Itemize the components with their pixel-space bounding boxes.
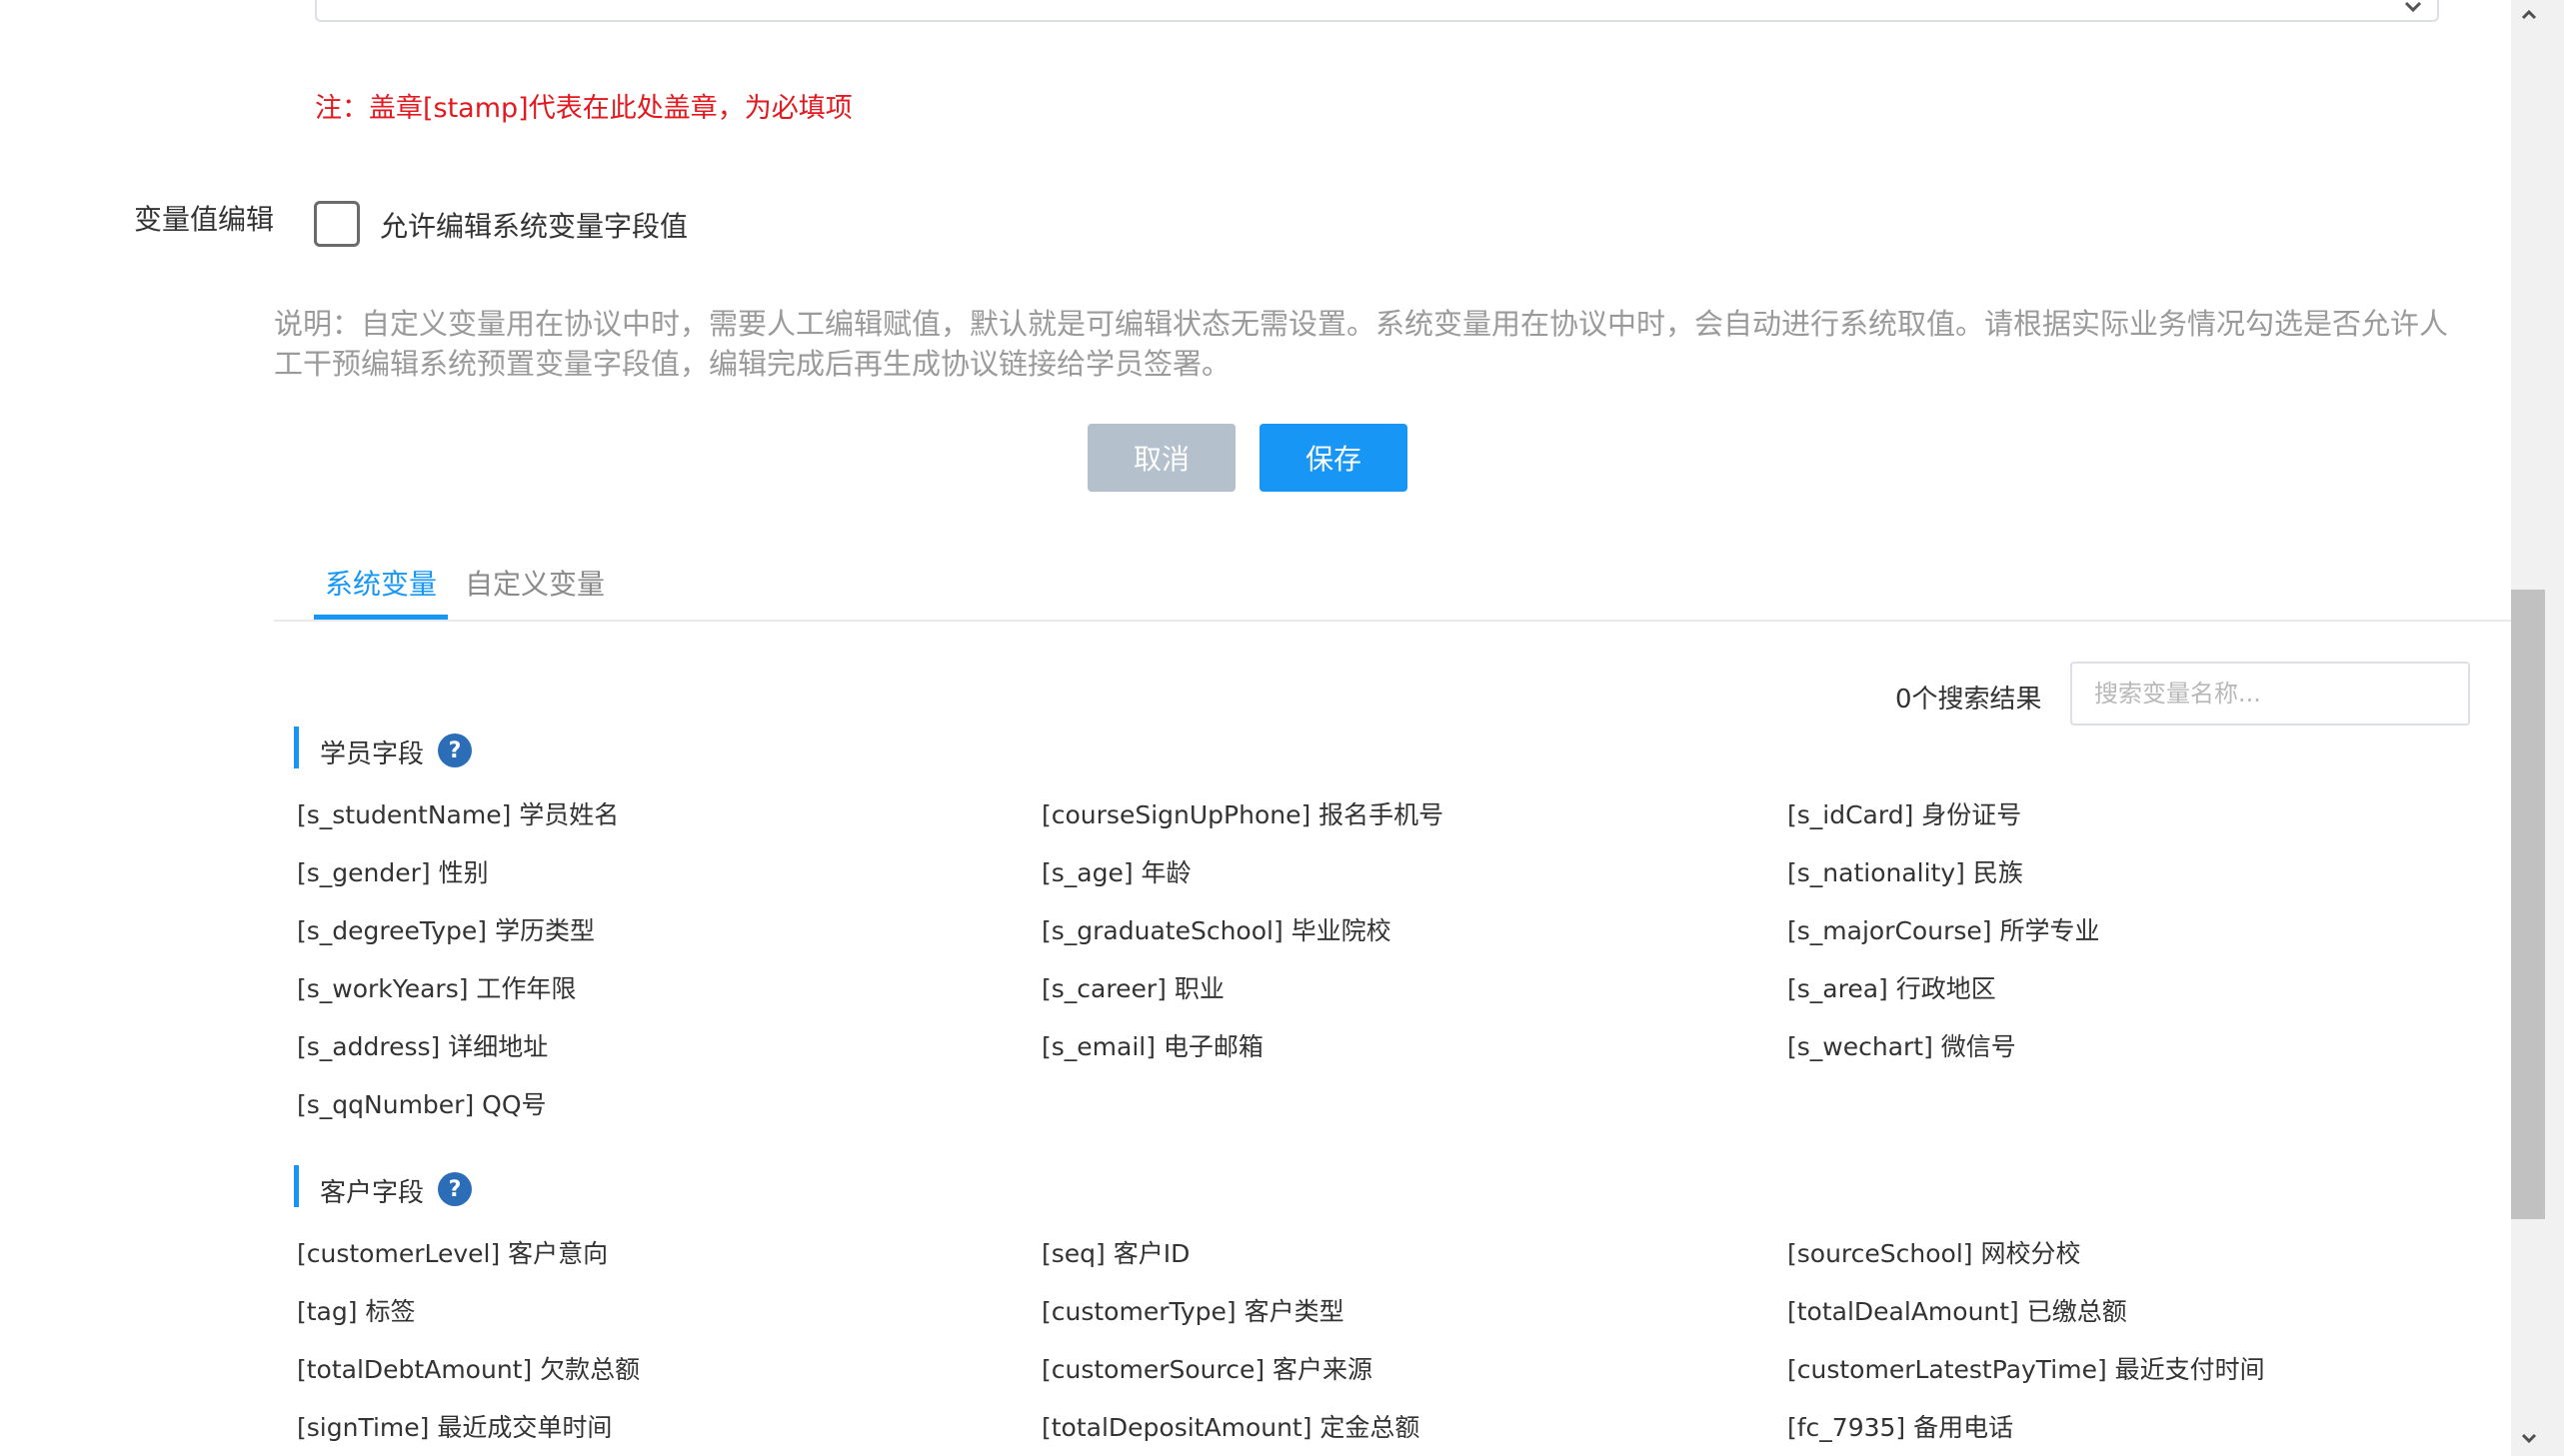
variable-item[interactable]: [s_nationality] 民族 — [1787, 853, 2023, 889]
variable-item[interactable]: [signTime] 最近成交单时间 — [297, 1408, 612, 1444]
variable-item[interactable]: [customerLatestPayTime] 最近支付时间 — [1787, 1350, 2265, 1386]
variable-item[interactable]: [s_wechart] 微信号 — [1787, 1027, 2016, 1063]
allow-edit-checkbox[interactable] — [314, 201, 360, 247]
stamp-note: 注：盖章[stamp]代表在此处盖章，为必填项 — [315, 93, 853, 124]
scroll-down-arrow-icon[interactable] — [2518, 1427, 2540, 1449]
variable-item[interactable]: [totalDealAmount] 已缴总额 — [1787, 1292, 2127, 1328]
help-icon[interactable]: ? — [438, 733, 472, 767]
variable-item[interactable]: [tag] 标签 — [297, 1292, 415, 1328]
variable-item[interactable]: [s_majorCourse] 所学专业 — [1787, 911, 2099, 947]
tab-system-variables[interactable]: 系统变量 — [325, 563, 437, 603]
variable-item[interactable]: [s_age] 年龄 — [1042, 853, 1192, 889]
allow-edit-checkbox-label[interactable]: 允许编辑系统变量字段值 — [380, 205, 688, 245]
variable-item[interactable]: [customerSource] 客户来源 — [1042, 1350, 1372, 1386]
variable-item[interactable]: [customerLevel] 客户意向 — [297, 1234, 608, 1270]
variable-search-input[interactable] — [2070, 662, 2470, 726]
section-title-customer: 客户字段 — [320, 1178, 425, 1208]
chevron-down-icon — [2404, 1, 2422, 13]
variable-item[interactable]: [s_email] 电子邮箱 — [1042, 1027, 1264, 1063]
tab-custom-variables[interactable]: 自定义变量 — [465, 563, 605, 603]
variable-item[interactable]: [s_degreeType] 学历类型 — [297, 911, 595, 947]
search-result-count: 0个搜索结果 — [1895, 685, 2042, 715]
variable-item[interactable]: [s_idCard] 身份证号 — [1787, 795, 2021, 831]
section-marker — [294, 727, 299, 768]
scrollbar-thumb[interactable] — [2511, 590, 2545, 1219]
variable-item[interactable]: [courseSignUpPhone] 报名手机号 — [1042, 795, 1443, 831]
variable-item[interactable]: [s_qqNumber] QQ号 — [297, 1085, 547, 1121]
variable-item[interactable]: [s_gender] 性别 — [297, 853, 489, 889]
description-text: 说明：自定义变量用在协议中时，需要人工编辑赋值，默认就是可编辑状态无需设置。系统… — [274, 307, 2449, 381]
variable-item[interactable]: [customerType] 客户类型 — [1042, 1292, 1344, 1328]
variable-item[interactable]: [s_studentName] 学员姓名 — [297, 795, 619, 831]
cancel-button[interactable]: 取消 — [1088, 424, 1236, 492]
variable-item[interactable]: [fc_7935] 备用电话 — [1787, 1408, 2013, 1444]
variable-item[interactable]: [seq] 客户ID — [1042, 1234, 1190, 1270]
variable-item[interactable]: [s_area] 行政地区 — [1787, 969, 1996, 1005]
variable-item[interactable]: [totalDebtAmount] 欠款总额 — [297, 1350, 640, 1386]
scroll-up-arrow-icon[interactable] — [2518, 4, 2540, 26]
active-tab-indicator — [314, 615, 448, 620]
help-icon[interactable]: ? — [438, 1172, 472, 1206]
variable-item[interactable]: [s_career] 职业 — [1042, 969, 1225, 1005]
section-marker — [294, 1165, 299, 1207]
template-select[interactable] — [315, 0, 2439, 22]
variable-item[interactable]: [s_graduateSchool] 毕业院校 — [1042, 911, 1391, 947]
save-button[interactable]: 保存 — [1260, 424, 1407, 492]
variable-item[interactable]: [s_workYears] 工作年限 — [297, 969, 576, 1005]
tabs-divider — [274, 620, 2511, 622]
section-title-student: 学员字段 — [320, 739, 425, 769]
variable-edit-label: 变量值编辑 — [134, 203, 275, 236]
variable-item[interactable]: [sourceSchool] 网校分校 — [1787, 1234, 2080, 1270]
variable-item[interactable]: [totalDepositAmount] 定金总额 — [1042, 1408, 1419, 1444]
variable-item[interactable]: [s_address] 详细地址 — [297, 1027, 548, 1063]
